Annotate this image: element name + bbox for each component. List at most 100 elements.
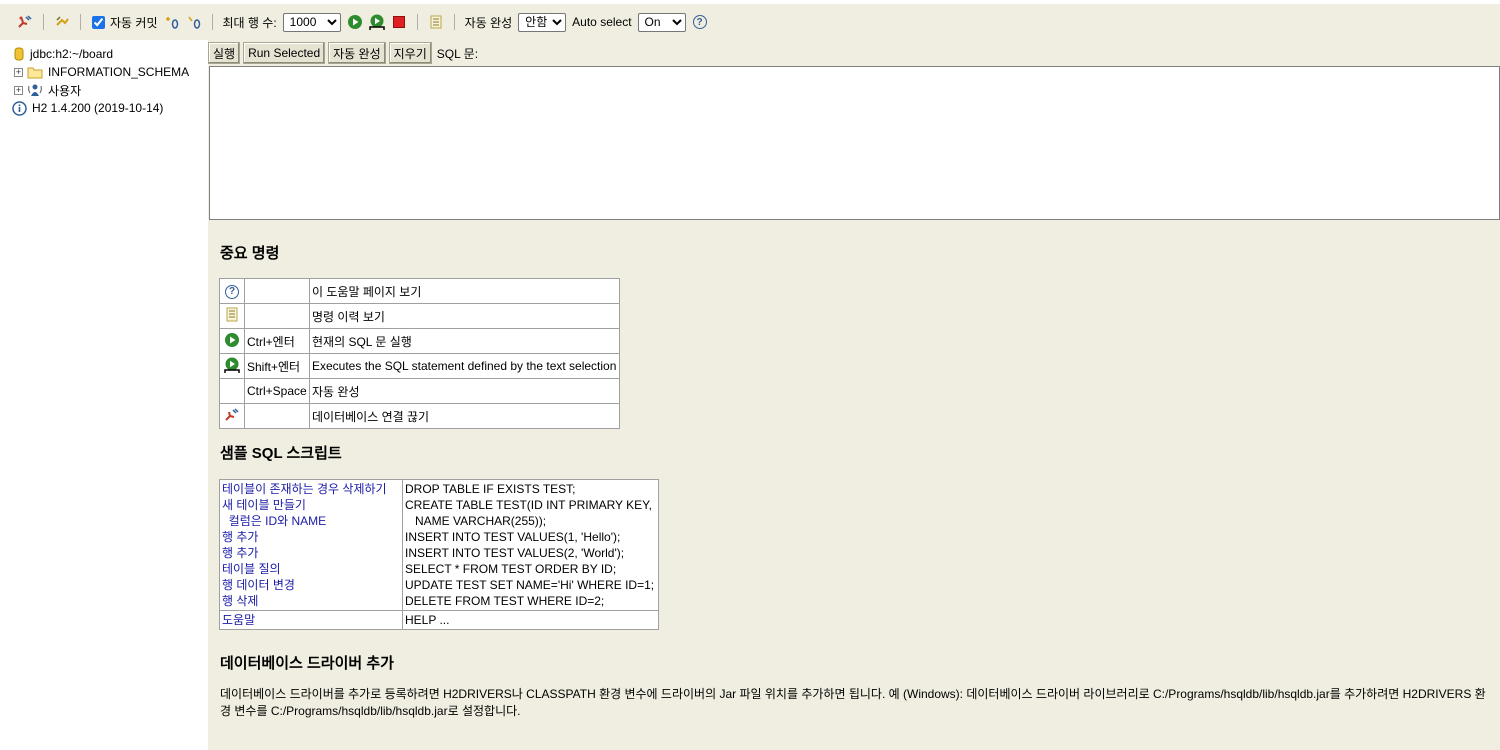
command-key: Ctrl+엔터 [244, 328, 310, 354]
sql-label: SQL 문: [436, 46, 479, 61]
sample-labels-cell: 테이블이 존재하는 경우 삭제하기 새 테이블 만들기 컬럼은 ID와 NAME… [219, 479, 403, 611]
clear-button[interactable]: 지우기 [388, 42, 432, 64]
help-icon[interactable]: ? [691, 13, 709, 31]
info-icon [12, 100, 27, 116]
help-sql-cell: HELP ... [402, 610, 659, 630]
history-icon[interactable] [427, 13, 445, 31]
run-selected-icon [219, 353, 245, 379]
rollback-icon[interactable] [163, 13, 181, 31]
autocomplete-label: 자동 완성 [464, 15, 513, 30]
sample-sql: NAME VARCHAR(255)); [405, 514, 547, 528]
sample-sql: SELECT * FROM TEST ORDER BY ID; [405, 562, 617, 576]
command-desc: 명령 이력 보기 [309, 303, 620, 329]
table-row: 데이터베이스 연결 끊기 [219, 403, 620, 429]
expand-icon[interactable]: + [14, 85, 23, 95]
sample-link[interactable]: 새 테이블 만들기 [222, 497, 400, 513]
history-icon [219, 303, 245, 329]
toolbar-separator [43, 14, 44, 30]
run-icon[interactable] [346, 13, 364, 31]
driver-line: 경 변수를 C:/Programs/hsqldb/lib/hsqldb.jar로… [220, 704, 521, 718]
expand-icon[interactable]: + [14, 67, 23, 77]
run-button[interactable]: 실행 [208, 42, 241, 64]
toolbar-separator [453, 14, 455, 30]
command-desc: Executes the SQL statement defined by th… [309, 353, 620, 379]
version-label: H2 1.4.200 (2019-10-14) [32, 101, 164, 115]
query-toolbar: 실행 Run Selected 자동 완성 지우기 SQL 문: [208, 42, 478, 64]
sample-link[interactable]: 행 삭제 [222, 593, 400, 609]
toolbar-separator [211, 14, 213, 30]
command-key [244, 303, 310, 329]
help-link[interactable]: 도움말 [222, 612, 400, 628]
users-label: 사용자 [48, 83, 82, 98]
table-row: 명령 이력 보기 [219, 303, 620, 329]
sample-link[interactable]: 테이블 질의 [222, 561, 400, 577]
run-icon [219, 328, 245, 354]
sample-sql: INSERT INTO TEST VALUES(1, 'Hello'); [405, 530, 621, 544]
sample-link[interactable]: 행 추가 [222, 529, 400, 545]
sample-sql-cell: DROP TABLE IF EXISTS TEST; CREATE TABLE … [402, 479, 659, 611]
sample-sql-table: 테이블이 존재하는 경우 삭제하기 새 테이블 만들기 컬럼은 ID와 NAME… [219, 479, 659, 630]
tree-schema[interactable]: + INFORMATION_SCHEMA [14, 63, 189, 81]
sql-editor[interactable] [209, 66, 1500, 220]
help-sql: HELP ... [405, 613, 450, 627]
command-key: Shift+엔터 [244, 353, 310, 379]
command-key [244, 278, 310, 304]
command-key: Ctrl+Space [244, 378, 310, 404]
schema-label: INFORMATION_SCHEMA [48, 65, 190, 79]
max-rows-label: 최대 행 수: [222, 15, 277, 30]
tree-users[interactable]: + 사용자 [14, 81, 81, 99]
table-row: 도움말 HELP ... [219, 610, 659, 630]
folder-icon [27, 66, 43, 79]
connection-label: jdbc:h2:~/board [30, 47, 114, 61]
driver-line: 데이터베이스 드라이버를 추가로 등록하려면 H2DRIVERS나 CLASSP… [220, 687, 1486, 701]
auto-select-select[interactable]: On [637, 12, 686, 32]
sample-sql: CREATE TABLE TEST(ID INT PRIMARY KEY, [405, 498, 652, 512]
driver-paragraph: 데이터베이스 드라이버를 추가로 등록하려면 H2DRIVERS나 CLASSP… [220, 686, 1500, 720]
table-row: ? 이 도움말 페이지 보기 [219, 278, 620, 304]
driver-title: 데이터베이스 드라이버 추가 [220, 655, 394, 672]
run-selected-icon[interactable] [368, 13, 386, 31]
max-rows-select[interactable]: 1000 [282, 12, 341, 32]
autocommit-checkbox[interactable] [92, 15, 105, 29]
table-row: 테이블이 존재하는 경우 삭제하기 새 테이블 만들기 컬럼은 ID와 NAME… [219, 479, 659, 611]
auto-select-label: Auto select [572, 15, 632, 29]
autocomplete-button[interactable]: 자동 완성 [328, 42, 386, 64]
sample-link[interactable]: 행 데이터 변경 [222, 577, 400, 593]
toolbar-separator [80, 14, 81, 30]
sample-sql: DELETE FROM TEST WHERE ID=2; [405, 594, 605, 608]
users-icon [27, 83, 43, 97]
sample-link[interactable]: 컬럼은 ID와 NAME [222, 513, 400, 529]
tree-connection[interactable]: jdbc:h2:~/board [14, 45, 113, 63]
command-desc: 데이터베이스 연결 끊기 [309, 403, 620, 429]
sample-link[interactable]: 행 추가 [222, 545, 400, 561]
disconnect-icon [219, 403, 245, 429]
command-desc: 자동 완성 [309, 378, 620, 404]
sample-link[interactable]: 테이블이 존재하는 경우 삭제하기 [222, 481, 400, 497]
command-key [244, 403, 310, 429]
table-row: Shift+엔터 Executes the SQL statement defi… [219, 353, 620, 379]
help-link-cell: 도움말 [219, 610, 403, 630]
command-desc: 현재의 SQL 문 실행 [309, 328, 620, 354]
empty-icon-cell [219, 378, 245, 404]
table-row: Ctrl+Space 자동 완성 [219, 378, 620, 404]
toolbar: 자동 커밋 최대 행 수: 1000 자동 완성 안함 Auto select … [0, 4, 1500, 40]
help-icon: ? [219, 278, 245, 304]
stop-icon[interactable] [390, 13, 408, 31]
refresh-icon[interactable] [53, 13, 71, 31]
commands-table: ? 이 도움말 페이지 보기 명령 이력 보기 Ctrl+엔터 현재의 SQL … [219, 278, 620, 429]
run-selected-button[interactable]: Run Selected [243, 42, 326, 64]
commit-icon[interactable] [185, 13, 203, 31]
sample-scripts-title: 샘플 SQL 스크립트 [220, 445, 342, 462]
toolbar-separator [416, 14, 418, 30]
command-desc: 이 도움말 페이지 보기 [309, 278, 620, 304]
database-icon [14, 47, 24, 61]
schema-tree: jdbc:h2:~/board + INFORMATION_SCHEMA + 사… [0, 40, 208, 750]
sample-sql: INSERT INTO TEST VALUES(2, 'World'); [405, 546, 625, 560]
table-row: Ctrl+엔터 현재의 SQL 문 실행 [219, 328, 620, 354]
autocomplete-select[interactable]: 안함 [518, 12, 567, 32]
tree-version: H2 1.4.200 (2019-10-14) [12, 99, 163, 117]
autocommit-label: 자동 커밋 [110, 15, 158, 30]
main-panel: 실행 Run Selected 자동 완성 지우기 SQL 문: 중요 명령 ?… [208, 40, 1500, 750]
disconnect-icon[interactable] [16, 13, 34, 31]
sample-sql: DROP TABLE IF EXISTS TEST; [405, 482, 576, 496]
